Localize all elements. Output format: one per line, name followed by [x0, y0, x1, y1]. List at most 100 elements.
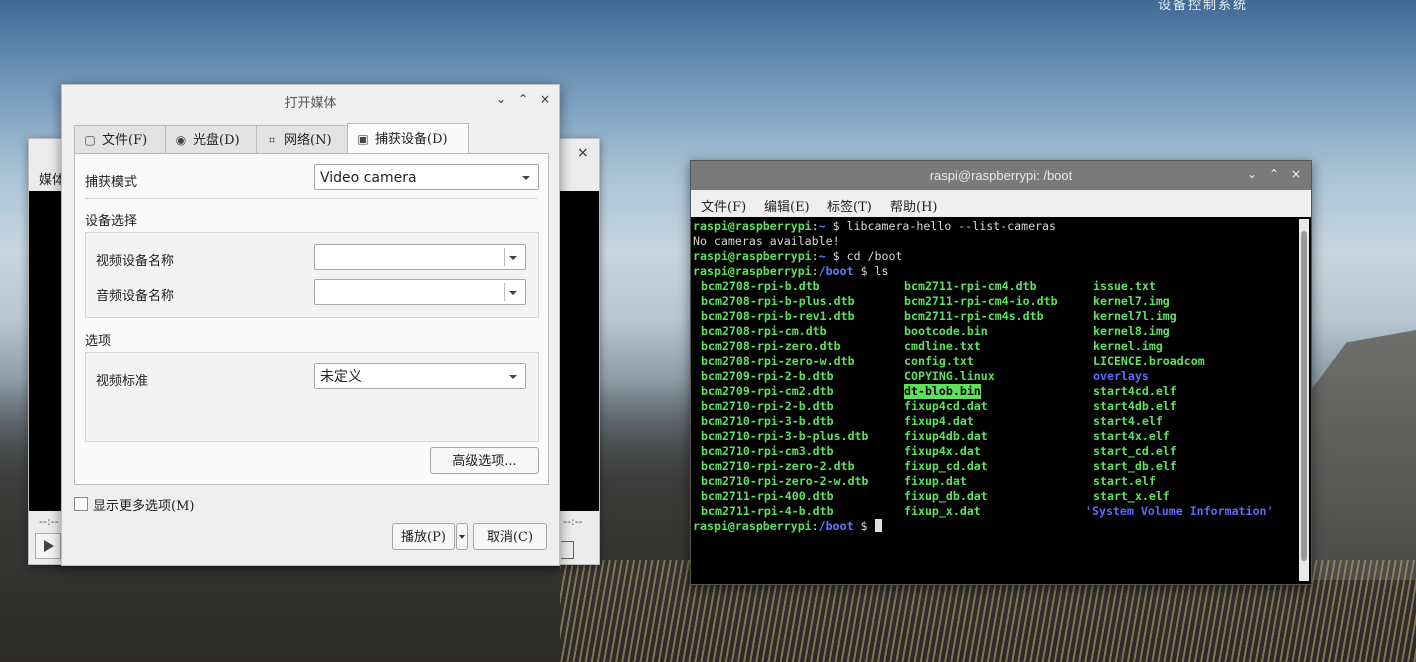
menu-help[interactable]: 帮助(H) [890, 196, 937, 215]
advanced-options-button[interactable]: 高级选项... [430, 447, 539, 474]
video-device-select[interactable] [314, 244, 526, 270]
prompt-symbol: $ [853, 264, 875, 278]
ls-row: bcm2708-rpi-cm.dtb bootcode.bin kernel8.im… [693, 324, 1297, 339]
device-section-title: 设备选择 [85, 214, 138, 229]
ls-row: bcm2711-rpi-400.dtb fixup_db.dat start_x.e… [693, 489, 1297, 504]
tab-file[interactable]: ▢ 文件(F) [74, 125, 166, 154]
options-group: 视频标准 未定义 [85, 352, 539, 442]
ls-entry: issue.txt [1093, 279, 1156, 293]
play-button[interactable] [35, 533, 61, 559]
chevron-down-icon [522, 176, 530, 180]
ls-entry: bootcode.bin [904, 324, 988, 338]
ls-entry: start_x.elf [1093, 489, 1170, 503]
open-media-dialog: 打开媒体 ⌄ ⌃ × ▢ 文件(F) ◉ 光盘(D) ⌗ 网络(N) ▣ 捕获设备(D)… [61, 84, 560, 566]
ls-entry: bcm2708-rpi-zero.dtb [701, 339, 841, 353]
menu-file[interactable]: 文件(F) [701, 196, 746, 215]
capture-mode-select[interactable]: Video camera [314, 164, 539, 190]
ls-row: bcm2710-rpi-3-b-plus.dtb fixup4db.dat star… [693, 429, 1297, 444]
video-standard-select[interactable]: 未定义 [314, 363, 526, 389]
scrollbar-thumb[interactable] [1301, 231, 1307, 561]
cancel-button[interactable]: 取消(C) [473, 523, 547, 550]
ls-entry: cmdline.txt [904, 339, 981, 353]
divider [85, 198, 537, 199]
ls-entry: bcm2710-rpi-cm3.dtb [701, 444, 834, 458]
output-text: No cameras available! [693, 234, 840, 248]
ls-entry: start_db.elf [1093, 459, 1177, 473]
ls-row: bcm2710-rpi-zero-2-w.dtb fixup.dat start.e… [693, 474, 1297, 489]
terminal-line: No cameras available! [693, 234, 1297, 249]
terminal-maximize-button[interactable]: ⌃ [1269, 167, 1279, 181]
play-button[interactable]: 播放(P) [392, 523, 455, 550]
audio-device-label: 音频设备名称 [96, 289, 175, 304]
ls-entry: bcm2710-rpi-2-b.dtb [701, 399, 834, 413]
terminal-menubar: 文件(F) 编辑(E) 标签(T) 帮助(H) [691, 190, 1311, 217]
ls-entry: start4db.elf [1093, 399, 1177, 413]
terminal-close-button[interactable]: × [1291, 167, 1301, 181]
ls-entry: 'System Volume Information' [1085, 504, 1274, 518]
options-section-title: 选项 [85, 334, 112, 349]
command-text: ls [874, 264, 889, 278]
ls-entry: fixup_db.dat [904, 489, 988, 503]
ls-entry: fixup4cd.dat [904, 399, 988, 413]
minimize-button[interactable]: ⌄ [496, 92, 506, 106]
desktop-logo-text: 设备控制系统 [1158, 0, 1249, 13]
chevron-down-icon [509, 291, 517, 295]
ls-entry: config.txt [904, 354, 974, 368]
chevron-down-icon [509, 375, 517, 379]
terminal-line: raspi@raspberrypi:~ $ cd /boot [693, 249, 1297, 264]
play-options-dropdown[interactable] [456, 523, 468, 550]
terminal-output[interactable]: raspi@raspberrypi:~ $ libcamera-hello --… [693, 219, 1297, 581]
ls-entry: bcm2709-rpi-2-b.dtb [701, 369, 834, 383]
tab-network[interactable]: ⌗ 网络(N) [256, 125, 348, 154]
ls-entry: bcm2710-rpi-3-b.dtb [701, 414, 834, 428]
ls-row: bcm2708-rpi-b.dtb bcm2711-rpi-cm4.dtb issu… [693, 279, 1297, 294]
terminal-minimize-button[interactable]: ⌄ [1247, 167, 1257, 181]
maximize-button[interactable]: ⌃ [518, 92, 528, 106]
prompt-sep: : [811, 519, 819, 533]
disc-icon: ◉ [175, 133, 187, 147]
audio-device-select[interactable] [314, 279, 526, 305]
close-button[interactable]: × [540, 92, 550, 106]
ls-row: bcm2709-rpi-cm2.dtb dt-blob.bin start4cd.e… [693, 384, 1297, 399]
prompt-user: raspi@raspberrypi [693, 519, 812, 533]
terminal-title: raspi@raspberrypi: /boot [929, 168, 1073, 183]
ls-row: bcm2708-rpi-zero.dtb cmdline.txt kernel.im… [693, 339, 1297, 354]
file-icon: ▢ [84, 133, 96, 147]
show-more-options-checkbox[interactable] [74, 497, 88, 511]
menu-edit[interactable]: 编辑(E) [764, 196, 810, 215]
ls-entry: fixup.dat [904, 474, 967, 488]
fullscreen-button[interactable] [561, 541, 574, 559]
ls-entry: fixup4x.dat [904, 444, 981, 458]
desktop-mountain [1300, 330, 1416, 580]
command-text: cd /boot [846, 249, 903, 263]
capture-device-icon: ▣ [357, 132, 369, 146]
terminal-scrollbar[interactable] [1299, 219, 1309, 581]
media-player-close-button[interactable]: × [577, 145, 589, 161]
prompt-sep: : [811, 249, 819, 263]
play-icon [44, 540, 54, 552]
prompt-path: ~ [818, 249, 826, 263]
prompt-symbol: $ [825, 249, 847, 263]
ls-entry: bcm2710-rpi-3-b-plus.dtb [701, 429, 869, 443]
ls-entry: start.elf [1093, 474, 1156, 488]
ls-entry: fixup4.dat [904, 414, 974, 428]
ls-entry: start_cd.elf [1093, 444, 1177, 458]
network-icon: ⌗ [268, 133, 276, 147]
prompt-user: raspi@raspberrypi [693, 264, 812, 278]
ls-entry: bcm2710-rpi-zero-2-w.dtb [701, 474, 869, 488]
ls-entry: bcm2708-rpi-cm.dtb [701, 324, 827, 338]
ls-entry: bcm2708-rpi-b-plus.dtb [701, 294, 855, 308]
menu-tabs[interactable]: 标签(T) [827, 196, 872, 215]
show-more-options-label[interactable]: 显示更多选项(M) [93, 495, 194, 514]
video-device-label: 视频设备名称 [96, 254, 175, 269]
dialog-title: 打开媒体 [284, 96, 337, 111]
ls-entry: LICENCE.broadcom [1093, 354, 1205, 368]
ls-entry: bcm2711-rpi-400.dtb [701, 489, 834, 503]
total-time: --:-- [563, 515, 583, 528]
prompt-path: ~ [818, 219, 826, 233]
tab-capture-device[interactable]: ▣ 捕获设备(D) [347, 123, 469, 154]
video-standard-label: 视频标准 [96, 374, 149, 389]
ls-row: bcm2710-rpi-zero-2.dtb fixup_cd.dat start_… [693, 459, 1297, 474]
tab-disc[interactable]: ◉ 光盘(D) [165, 125, 257, 154]
ls-row: bcm2710-rpi-cm3.dtb fixup4x.dat start_cd.e… [693, 444, 1297, 459]
